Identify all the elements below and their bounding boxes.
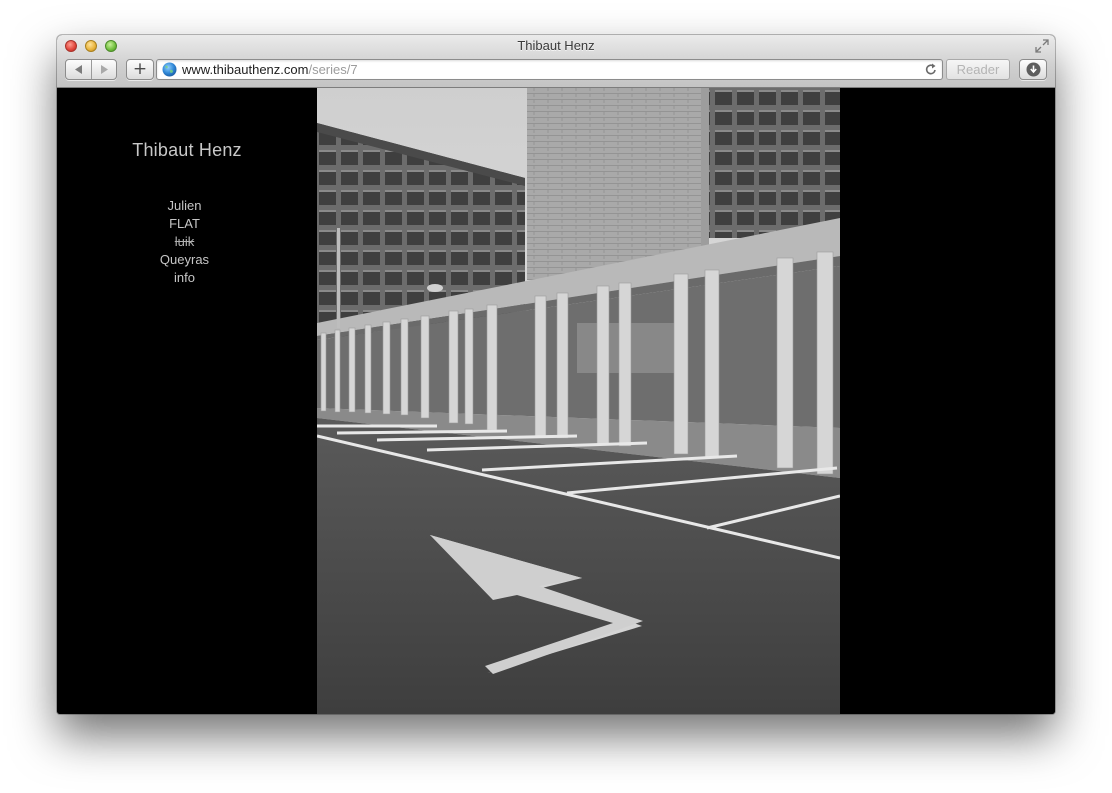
nav-link-luik[interactable]: luik <box>57 233 312 251</box>
url-text: www.thibauthenz.com/series/7 <box>182 62 358 77</box>
add-bookmark-button[interactable]: + <box>126 59 154 80</box>
download-icon <box>1026 62 1041 77</box>
browser-toolbar: Thibaut Henz + www.thibauthenz.com/serie… <box>57 35 1055 88</box>
reload-icon[interactable] <box>924 62 938 77</box>
site-title[interactable]: Thibaut Henz <box>57 140 317 161</box>
address-bar[interactable]: www.thibauthenz.com/series/7 <box>156 59 943 80</box>
web-page: Thibaut Henz Julien FLAT luik Queyras in… <box>57 88 1055 714</box>
nav-link-julien[interactable]: Julien <box>57 197 312 215</box>
globe-icon <box>162 62 177 77</box>
forward-button[interactable] <box>92 60 117 79</box>
fullscreen-icon[interactable] <box>1035 39 1049 53</box>
back-arrow-icon <box>75 65 82 74</box>
series-photo[interactable] <box>317 88 840 714</box>
reader-button[interactable]: Reader <box>946 59 1010 80</box>
plus-icon: + <box>132 59 148 79</box>
window-title: Thibaut Henz <box>517 38 595 53</box>
url-path: /series/7 <box>308 62 358 77</box>
back-button[interactable] <box>66 60 91 79</box>
downloads-button[interactable] <box>1019 59 1047 80</box>
forward-arrow-icon <box>101 65 108 74</box>
browser-window: Thibaut Henz + www.thibauthenz.com/serie… <box>57 35 1055 714</box>
back-forward-group <box>65 59 117 80</box>
series-nav: Julien FLAT luik Queyras info <box>57 197 312 287</box>
url-host: www.thibauthenz.com <box>182 62 309 77</box>
nav-link-flat[interactable]: FLAT <box>57 215 312 233</box>
nav-link-info[interactable]: info <box>57 269 312 287</box>
photo-image <box>317 88 840 714</box>
nav-link-queyras[interactable]: Queyras <box>57 251 312 269</box>
